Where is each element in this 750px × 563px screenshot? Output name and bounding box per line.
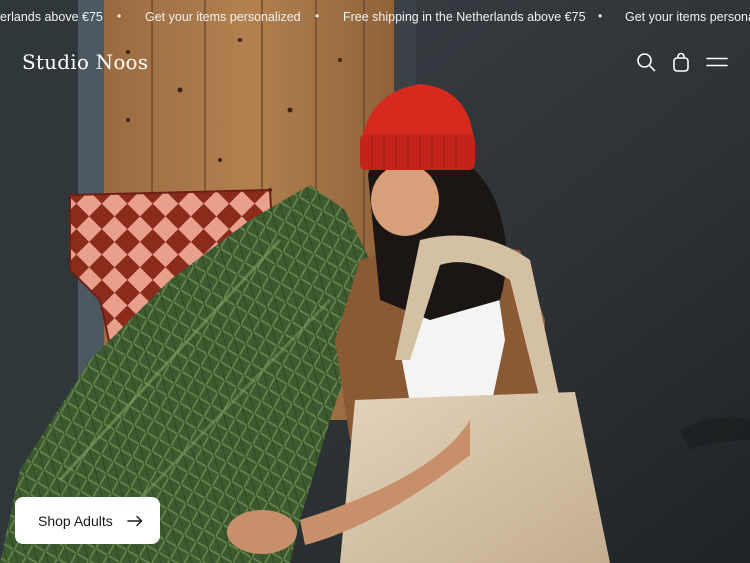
announcement-message: erlands above €75 — [0, 10, 103, 24]
site-header: Studio Noos — [0, 44, 750, 80]
announcement-bar: erlands above €75 • Get your items perso… — [0, 0, 750, 34]
menu-icon[interactable] — [705, 50, 729, 74]
site-logo[interactable]: Studio Noos — [22, 50, 148, 74]
hero-image — [0, 0, 750, 563]
arrow-right-icon — [127, 515, 143, 527]
bag-icon[interactable] — [669, 50, 693, 74]
announcement-separator: • — [117, 9, 122, 23]
shop-adults-label: Shop Adults — [38, 512, 113, 529]
announcement-message: Get your items personalized — [145, 10, 301, 24]
announcement-message: Get your items personali — [625, 10, 750, 24]
search-icon[interactable] — [634, 50, 658, 74]
announcement-separator: • — [598, 9, 603, 23]
announcement-message: Free shipping in the Netherlands above €… — [343, 10, 586, 24]
announcement-separator: • — [315, 9, 320, 23]
shop-adults-button[interactable]: Shop Adults — [15, 497, 160, 544]
